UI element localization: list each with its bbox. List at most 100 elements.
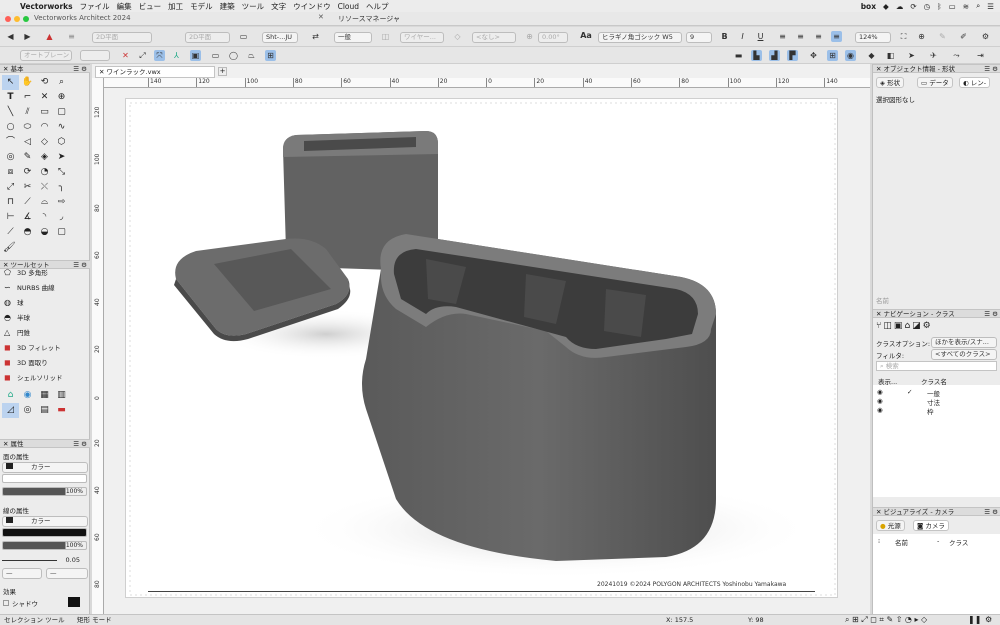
toolset-item[interactable]: ◼ シェルソリッド bbox=[4, 370, 63, 385]
close-palette-icon[interactable]: ✕ bbox=[876, 508, 881, 516]
line-start-marker-select[interactable]: — bbox=[2, 568, 42, 579]
radial-dim-tool-icon[interactable]: ◞ bbox=[53, 210, 70, 225]
palette-menu-icon[interactable]: ☰ ⚙ bbox=[73, 261, 87, 269]
bluetooth-icon[interactable]: ᛒ bbox=[937, 2, 942, 11]
tab-data[interactable]: ▭ データ bbox=[917, 77, 953, 88]
nav-references-icon[interactable]: ⚙ bbox=[923, 321, 933, 331]
close-window-icon[interactable] bbox=[5, 16, 11, 22]
pen-color-bar[interactable] bbox=[2, 528, 87, 537]
close-palette-icon[interactable]: ✕ bbox=[876, 310, 881, 318]
render-icon[interactable]: ⤳ bbox=[951, 50, 962, 61]
plan-rotation-field[interactable]: 0.00° bbox=[538, 32, 568, 43]
area-tool-icon[interactable]: ▢ bbox=[53, 225, 70, 240]
palette-menu-icon[interactable]: ☰ ⚙ bbox=[984, 508, 998, 516]
menu-item[interactable]: 加工 bbox=[168, 1, 183, 12]
resource-manager-tab[interactable]: リソースマネージャ bbox=[338, 14, 400, 24]
toolset-item[interactable]: ∽ NURBS 曲線 bbox=[4, 280, 55, 295]
pen-icon[interactable]: ✐ bbox=[958, 31, 969, 42]
fill-style-select[interactable]: カラー bbox=[2, 462, 88, 473]
camera-view-icon[interactable]: ◉ bbox=[845, 50, 856, 61]
snap-distance-icon[interactable]: ▣ bbox=[190, 50, 201, 61]
flyover-icon[interactable]: ✥ bbox=[808, 50, 819, 61]
line-end-marker-select[interactable]: — bbox=[46, 568, 88, 579]
detail-toolset-icon[interactable]: ▥ bbox=[53, 388, 70, 403]
pause-icon[interactable]: ❚❚ bbox=[968, 615, 981, 625]
large-container-model[interactable] bbox=[362, 234, 716, 561]
snap-tangent-icon[interactable]: ▭ bbox=[210, 50, 221, 61]
toolset-item[interactable]: ◓ 半球 bbox=[4, 310, 30, 325]
snap-grid-icon[interactable]: ✕ bbox=[120, 50, 131, 61]
class-select[interactable]: 一般 bbox=[334, 32, 372, 43]
toolset-item[interactable]: ◼ 3D 面取り bbox=[4, 355, 48, 370]
list-item[interactable]: ◉ 枠 bbox=[877, 406, 934, 416]
battery-icon[interactable]: ▭ bbox=[949, 2, 956, 11]
building-shell-toolset-icon[interactable]: ⌂ bbox=[2, 388, 19, 403]
document-tab[interactable]: ✕ ワインラック.vwx bbox=[95, 66, 215, 78]
eye-icon[interactable]: ◉ bbox=[877, 406, 883, 414]
callout-tool-icon[interactable]: ⌐ bbox=[19, 90, 36, 105]
toolset-item[interactable]: △ 円錐 bbox=[4, 325, 30, 340]
new-tab-icon[interactable]: + bbox=[218, 67, 227, 76]
circle-tool-icon[interactable]: ○ bbox=[2, 120, 19, 135]
paint-bucket-icon[interactable]: 🖌 bbox=[3, 242, 16, 253]
rotation-icon[interactable]: ⊕ bbox=[524, 31, 535, 42]
offset-tool-icon[interactable]: ◔ bbox=[36, 165, 53, 180]
filter-select[interactable]: <すべてのクラス> bbox=[931, 349, 997, 360]
tab-render[interactable]: ◐ レン- bbox=[959, 77, 991, 88]
walkthrough-icon[interactable]: ➤ bbox=[906, 50, 917, 61]
landscape-toolset-icon[interactable]: ▬ bbox=[53, 403, 70, 418]
dimension-tool-icon[interactable]: ⊢ bbox=[2, 210, 19, 225]
connect-tool-icon[interactable]: ⤬ bbox=[36, 180, 53, 195]
locus-tool-icon[interactable]: ✕ bbox=[36, 90, 53, 105]
toolset-item[interactable]: ◍ 球 bbox=[4, 295, 24, 310]
font-select[interactable]: ヒラギノ角ゴシック W5 bbox=[598, 32, 682, 43]
split-tool-icon[interactable]: ⤡ bbox=[53, 165, 70, 180]
sync-icon[interactable]: ⟳ bbox=[910, 2, 916, 11]
justify-icon[interactable]: ≡ bbox=[831, 31, 842, 42]
tab-camera[interactable]: ◙ カメラ bbox=[913, 520, 949, 531]
pan-tool-icon[interactable]: ✋ bbox=[19, 75, 36, 90]
flyover-tool-icon[interactable]: ⟲ bbox=[36, 75, 53, 90]
layer-icon[interactable]: ▲ bbox=[44, 31, 55, 42]
polyline-tool-icon[interactable]: ⌒ bbox=[2, 135, 19, 150]
shadow-checkbox[interactable] bbox=[3, 600, 9, 606]
dimension-toolset-icon[interactable]: ▤ bbox=[36, 403, 53, 418]
mirror-tool-icon[interactable]: ⧈ bbox=[2, 165, 19, 180]
spiral-tool-icon[interactable]: ◎ bbox=[2, 150, 19, 165]
status-settings-icon[interactable]: ⚙ bbox=[985, 615, 992, 625]
snap-indicator-icon[interactable]: ⌕ ⊞ ⤢ ◻ ⌗ ✎ ⇧ ◔ ▸ ◇ bbox=[845, 615, 927, 625]
menu-item[interactable]: ファイル bbox=[80, 1, 110, 12]
nav-viewports-icon[interactable]: ⌂ bbox=[904, 321, 912, 331]
align-right-icon[interactable]: ≡ bbox=[813, 31, 824, 42]
chamfer-tool-icon[interactable]: ⟋ bbox=[19, 195, 36, 210]
regular-polygon-tool-icon[interactable]: ⬡ bbox=[53, 135, 70, 150]
menu-item[interactable]: 文字 bbox=[271, 1, 286, 12]
light-icon[interactable]: ✈ bbox=[928, 50, 939, 61]
rotate-tool-icon[interactable]: ⟳ bbox=[19, 165, 36, 180]
menu-item[interactable]: ツール bbox=[242, 1, 265, 12]
menu-item[interactable]: 建築 bbox=[220, 1, 235, 12]
fill-opacity-bar[interactable]: 100% bbox=[2, 487, 87, 496]
close-palette-icon[interactable]: ✕ bbox=[876, 65, 881, 73]
view-rect-icon[interactable]: ▭ bbox=[238, 31, 249, 42]
menu-item[interactable]: Cloud bbox=[338, 2, 359, 11]
protractor-tool-icon[interactable]: ◒ bbox=[36, 225, 53, 240]
clip-tool-icon[interactable]: ⊓ bbox=[2, 195, 19, 210]
ortho-tool-icon[interactable]: ⟋ bbox=[2, 225, 19, 240]
clock-icon[interactable]: ◷ bbox=[924, 2, 931, 11]
camera-toggle-icon[interactable]: ⁝ bbox=[878, 537, 880, 545]
palette-menu-icon[interactable]: ☰ ⚙ bbox=[984, 65, 998, 73]
snap-object-icon[interactable]: ⤢ bbox=[137, 50, 148, 61]
snap-point-icon[interactable]: ◯ bbox=[228, 50, 239, 61]
attribute-map-tool-icon[interactable]: ◈ bbox=[36, 150, 53, 165]
nav-layers-icon[interactable]: ◫ bbox=[883, 321, 894, 331]
reshape-tool-icon[interactable]: ⊕ bbox=[53, 90, 70, 105]
freehand-tool-icon[interactable]: ∿ bbox=[53, 120, 70, 135]
snap-intersection-icon[interactable]: ⅄ bbox=[171, 50, 182, 61]
basic-palette-header[interactable]: ✕ 基本 ☰ ⚙ bbox=[0, 64, 90, 73]
close-palette-icon[interactable]: ✕ bbox=[3, 440, 8, 448]
eye-icon[interactable]: ◉ bbox=[877, 397, 883, 405]
close-palette-icon[interactable]: ✕ bbox=[3, 65, 8, 73]
list-item[interactable]: ◉ ✓ 一般 bbox=[877, 388, 940, 398]
furniture-toolset-icon[interactable]: ▦ bbox=[36, 388, 53, 403]
